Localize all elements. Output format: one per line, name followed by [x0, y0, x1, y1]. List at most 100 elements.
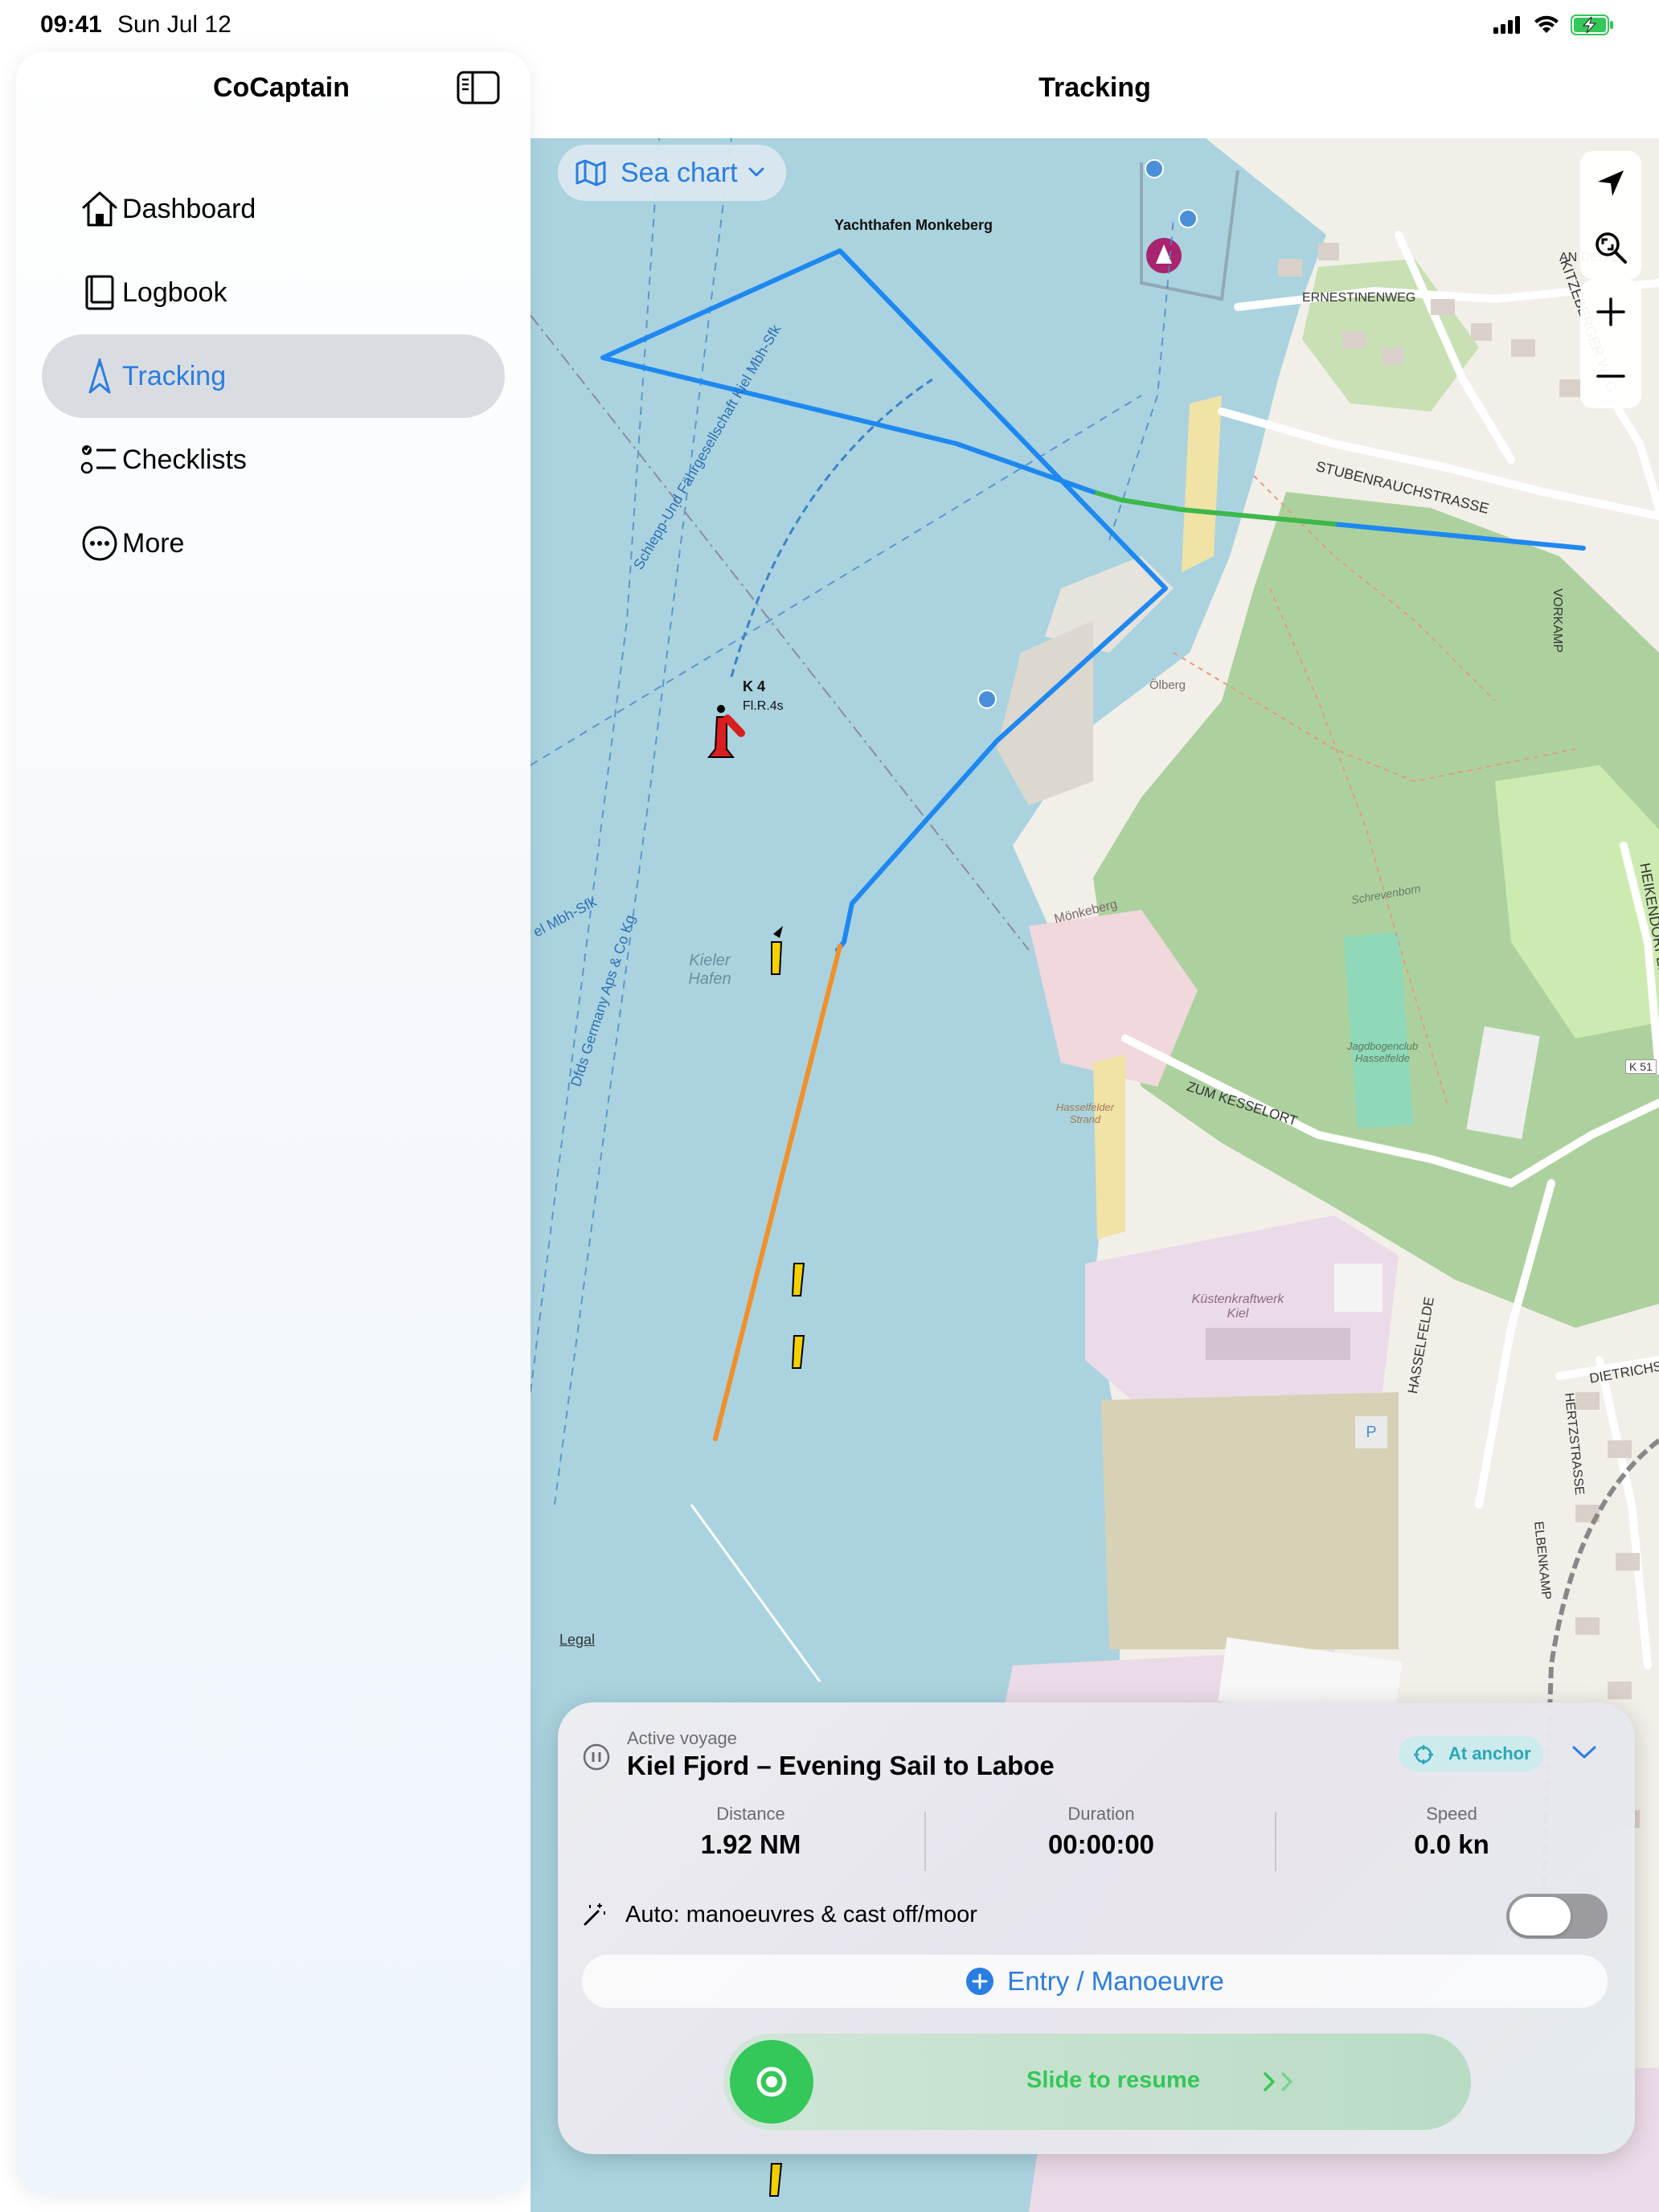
sidebar-item-logbook[interactable]: Logbook: [42, 251, 505, 334]
wifi-icon: [1534, 15, 1559, 33]
label-olberg: Ölberg: [1149, 678, 1186, 692]
toggle-knob: [1509, 1897, 1571, 1936]
track-segment-orange: [713, 944, 842, 1441]
content-header: Tracking: [530, 51, 1659, 138]
zoom-to-track-button[interactable]: [1580, 215, 1641, 280]
beach: [1182, 395, 1222, 572]
active-voyage-panel: Active voyage Kiel Fjord – Evening Sail …: [558, 1702, 1635, 2154]
white-line: [690, 1504, 821, 1682]
sea-chart-label: Sea chart: [621, 157, 738, 188]
label-vorkamp: VORKAMP: [1550, 588, 1564, 653]
stat-value: 00:00:00: [1047, 1829, 1155, 1859]
voyage-title: Kiel Fjord – Evening Sail to Laboe: [627, 1751, 1055, 1780]
sidebar-icon: [457, 71, 500, 104]
chevron-down-icon: [748, 167, 764, 177]
beach-south: [1093, 1055, 1125, 1239]
label-harbor-line2: Hafen: [688, 970, 731, 988]
status-date: Sun Jul 12: [117, 11, 231, 38]
label-harbor: Kieler Hafen: [674, 952, 746, 989]
ferry-route: [730, 378, 933, 678]
sidebar: CoCaptain Dashboard Logbook Tracking Che…: [16, 51, 530, 2196]
status-time: 09:41: [40, 11, 102, 38]
port-area: [1101, 1392, 1399, 1649]
map-controls-zoom: [1580, 280, 1641, 408]
plus-circle-icon: [966, 1968, 994, 1995]
crosshair-icon: [1414, 1745, 1433, 1764]
ellipsis-circle-icon: [82, 526, 117, 561]
entry-manoeuvre-button[interactable]: Entry / Manoeuvre: [582, 1955, 1608, 2008]
voyage-kicker: Active voyage: [627, 1728, 737, 1748]
diagonal-line: [530, 314, 1030, 951]
stat-divider: [1275, 1812, 1276, 1871]
buoy-k4-icon: [707, 705, 745, 758]
label-jagdbogenclub: Jagdbogenclub Hasselfelde: [1346, 1040, 1419, 1064]
status-badge-label: At anchor: [1448, 1743, 1531, 1763]
chevron-right-icon: [1264, 2072, 1292, 2091]
parking-icon: P: [1355, 1416, 1387, 1448]
label-road-k51: K 51: [1625, 1059, 1657, 1074]
entry-manoeuvre-label: Entry / Manoeuvre: [1007, 1966, 1224, 1996]
status-badge[interactable]: At anchor: [1399, 1736, 1543, 1772]
sidebar-item-checklists[interactable]: Checklists: [42, 418, 505, 502]
book-icon: [85, 275, 114, 310]
label-harbor-line1: Kieler: [689, 952, 731, 969]
slide-to-resume-slider[interactable]: Slide to resume: [723, 2034, 1471, 2130]
stat-label: Distance: [716, 1804, 785, 1824]
sidebar-item-label: More: [122, 527, 185, 559]
sea-chart-layer-button[interactable]: Sea chart: [558, 145, 786, 201]
stat-label: Speed: [1426, 1804, 1477, 1824]
house-icon: [82, 191, 117, 227]
zoom-in-button[interactable]: [1580, 280, 1641, 344]
stat-value: 0.0 kn: [1414, 1829, 1489, 1859]
sidebar-item-label: Dashboard: [122, 193, 256, 224]
buoy-yellow-3-icon: [791, 1335, 805, 1369]
label-ernestinenweg: ERNESTINENWEG: [1302, 291, 1416, 305]
marina: [1140, 162, 1239, 301]
label-buoy-k4: K 4: [743, 678, 766, 694]
stat-duration: Duration 00:00:00: [932, 1804, 1270, 1860]
sidebar-item-label: Tracking: [122, 360, 227, 391]
sidebar-toggle-button[interactable]: [457, 71, 500, 106]
buoy-yellow-2-icon: [791, 1263, 805, 1296]
map-icon: [576, 159, 606, 186]
pause-voyage-icon[interactable]: [582, 1743, 611, 1772]
battery-charging-icon: [1571, 14, 1613, 35]
zoom-out-button[interactable]: [1580, 344, 1641, 408]
pier-long: [997, 621, 1093, 805]
tracking-arrow-icon: [88, 358, 111, 394]
locate-me-button[interactable]: [1580, 151, 1641, 215]
sidebar-item-label: Checklists: [122, 444, 247, 475]
sidebar-item-dashboard[interactable]: Dashboard: [42, 167, 505, 251]
sidebar-item-more[interactable]: More: [42, 502, 505, 585]
checklist-icon: [80, 445, 116, 474]
label-buoy-light: Fl.R.4s: [743, 699, 784, 713]
buoy-bottom-icon: [768, 2163, 783, 2197]
auto-manoeuvres-label: Auto: manoeuvres & cast off/moor: [625, 1902, 977, 1927]
label-marina: Yachthafen Monkeberg: [834, 217, 993, 233]
sidebar-item-tracking[interactable]: Tracking: [42, 334, 505, 418]
cellular-signal-icon: [1493, 16, 1520, 34]
label-strand: Hasselfelder Strand: [1055, 1101, 1115, 1125]
auto-manoeuvres-toggle[interactable]: [1506, 1894, 1608, 1939]
magnifier-zoom-icon: [1596, 232, 1627, 264]
status-icons: [1493, 14, 1614, 35]
legal-link[interactable]: Legal: [559, 1632, 595, 1649]
stat-speed: Speed 0.0 kn: [1283, 1804, 1620, 1860]
buoy-yellow-icon: [771, 926, 783, 975]
plus-icon: [1596, 297, 1625, 326]
label-kraftwerk: Küstenkraftwerk Kiel: [1191, 1292, 1284, 1321]
voyage-stats: Distance 1.92 NM Duration 00:00:00 Speed…: [582, 1804, 1611, 1881]
auto-manoeuvres-row: Auto: manoeuvres & cast off/moor: [582, 1890, 1611, 1939]
stat-divider: [924, 1812, 926, 1871]
sidebar-item-label: Logbook: [122, 276, 227, 308]
page-title: Tracking: [1038, 72, 1151, 103]
status-bar: 09:41 Sun Jul 12: [0, 0, 1659, 51]
slider-label: Slide to resume: [1026, 2067, 1200, 2093]
stat-distance: Distance 1.92 NM: [582, 1804, 920, 1860]
location-arrow-icon: [1598, 170, 1624, 196]
stat-label: Duration: [1067, 1804, 1135, 1824]
minus-icon: [1596, 375, 1625, 378]
chevron-down-icon[interactable]: [1571, 1743, 1598, 1762]
map-controls-top: [1580, 151, 1641, 280]
stat-value: 1.92 NM: [700, 1829, 801, 1859]
